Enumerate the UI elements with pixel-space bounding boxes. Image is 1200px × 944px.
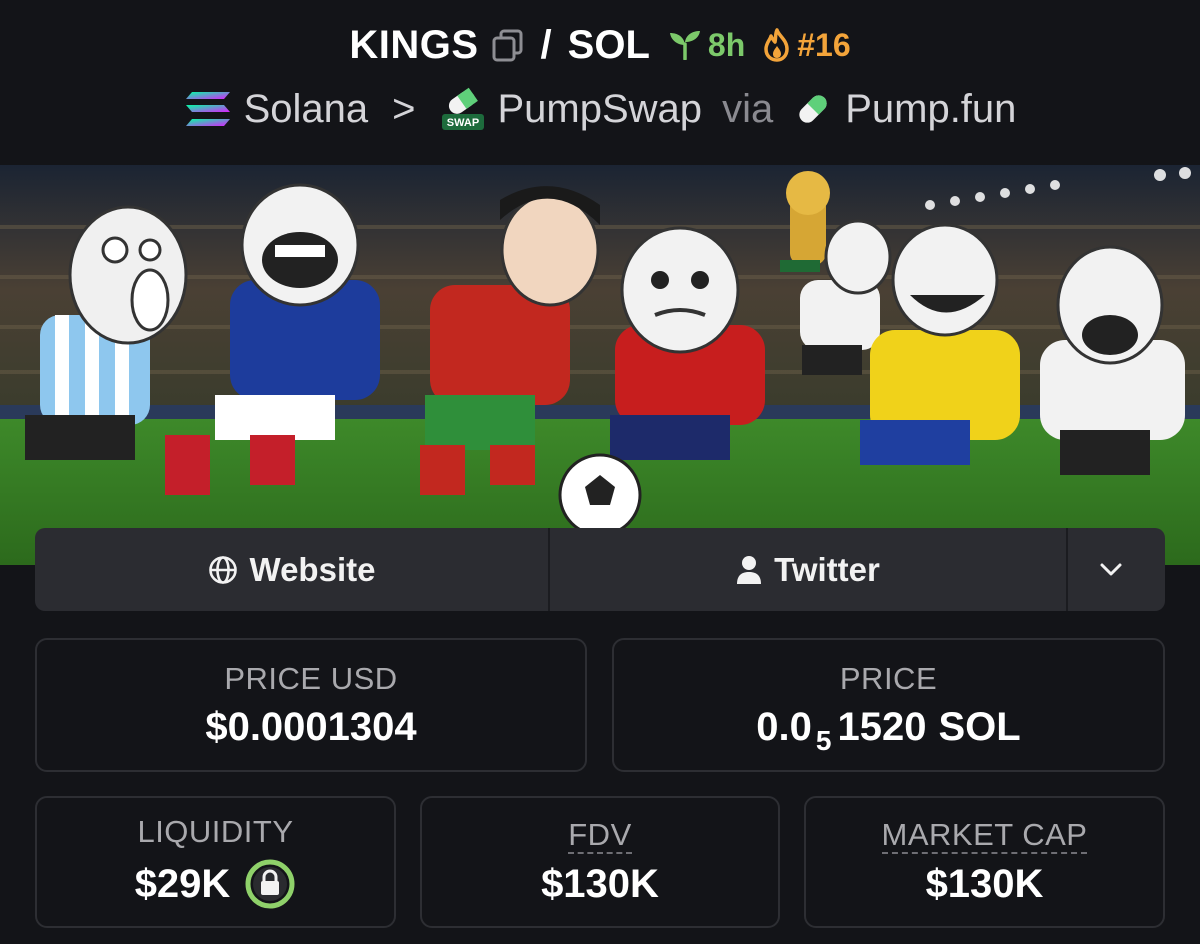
market-cap-card[interactable]: MARKET CAP $130K — [804, 796, 1165, 928]
price-usd-label: PRICE USD — [224, 660, 398, 696]
twitter-button[interactable]: Twitter — [550, 528, 1068, 611]
website-button-label: Website — [249, 550, 376, 588]
launchpad-name[interactable]: Pump.fun — [845, 87, 1016, 132]
lock-icon[interactable] — [244, 858, 296, 910]
pair-age-text: 8h — [707, 26, 746, 63]
flame-icon — [764, 28, 789, 62]
price-usd-card: PRICE USD $0.0001304 — [35, 638, 587, 772]
pair-slash: / — [540, 22, 552, 67]
dex-name[interactable]: PumpSwap — [498, 87, 703, 132]
route-separator: > — [392, 86, 416, 131]
pair-header: KINGS / SOL 8h #16 Solana > SWAP PumpSwa… — [0, 0, 1200, 165]
trending-rank-badge[interactable]: #16 — [761, 26, 851, 64]
twitter-button-label: Twitter — [774, 550, 880, 588]
price-native-digits: 1520 — [837, 704, 927, 749]
solana-icon — [184, 90, 232, 128]
chevron-down-icon — [1100, 563, 1121, 575]
pair-route-row: Solana > SWAP PumpSwap via Pump.fun — [0, 83, 1200, 135]
seedling-icon — [669, 31, 700, 60]
route-via: via — [722, 86, 774, 131]
website-button[interactable]: Website — [35, 528, 550, 611]
copy-icon[interactable] — [491, 28, 525, 62]
price-native-label: PRICE — [839, 660, 938, 696]
price-native-card: PRICE 0.0 5 1520 SOL — [612, 638, 1165, 772]
pair-age-badge: 8h — [668, 27, 745, 64]
liquidity-value-row: $29K — [135, 858, 297, 910]
pair-title-row: KINGS / SOL 8h #16 — [0, 20, 1200, 70]
price-native-value: 0.0 5 1520 SOL — [756, 704, 1021, 757]
trending-rank-text: #16 — [797, 26, 851, 63]
price-native-unit: SOL — [938, 704, 1021, 749]
pill-icon — [793, 89, 833, 129]
token-banner-image — [0, 165, 1200, 565]
price-native-prefix: 0.0 — [756, 704, 812, 749]
globe-icon — [208, 555, 237, 584]
fdv-value: $130K — [541, 861, 659, 906]
price-native-zero-count: 5 — [815, 725, 832, 756]
fdv-card[interactable]: FDV $130K — [420, 796, 780, 928]
fdv-label[interactable]: FDV — [568, 817, 632, 854]
price-usd-value: $0.0001304 — [205, 704, 417, 749]
liquidity-label: LIQUIDITY — [137, 814, 294, 849]
market-cap-label[interactable]: MARKET CAP — [881, 817, 1088, 854]
market-cap-value: $130K — [925, 861, 1044, 906]
social-links-bar: Website Twitter — [35, 528, 1165, 611]
liquidity-card: LIQUIDITY $29K — [35, 796, 396, 928]
user-icon — [737, 555, 762, 584]
liquidity-value: $29K — [134, 861, 231, 906]
base-token-symbol: KINGS — [349, 22, 479, 67]
more-links-button[interactable] — [1068, 528, 1165, 611]
chain-name[interactable]: Solana — [244, 87, 369, 132]
quote-token-symbol: SOL — [567, 22, 650, 67]
pumpswap-icon: SWAP — [440, 86, 486, 132]
pumpswap-icon-label: SWAP — [446, 117, 478, 129]
